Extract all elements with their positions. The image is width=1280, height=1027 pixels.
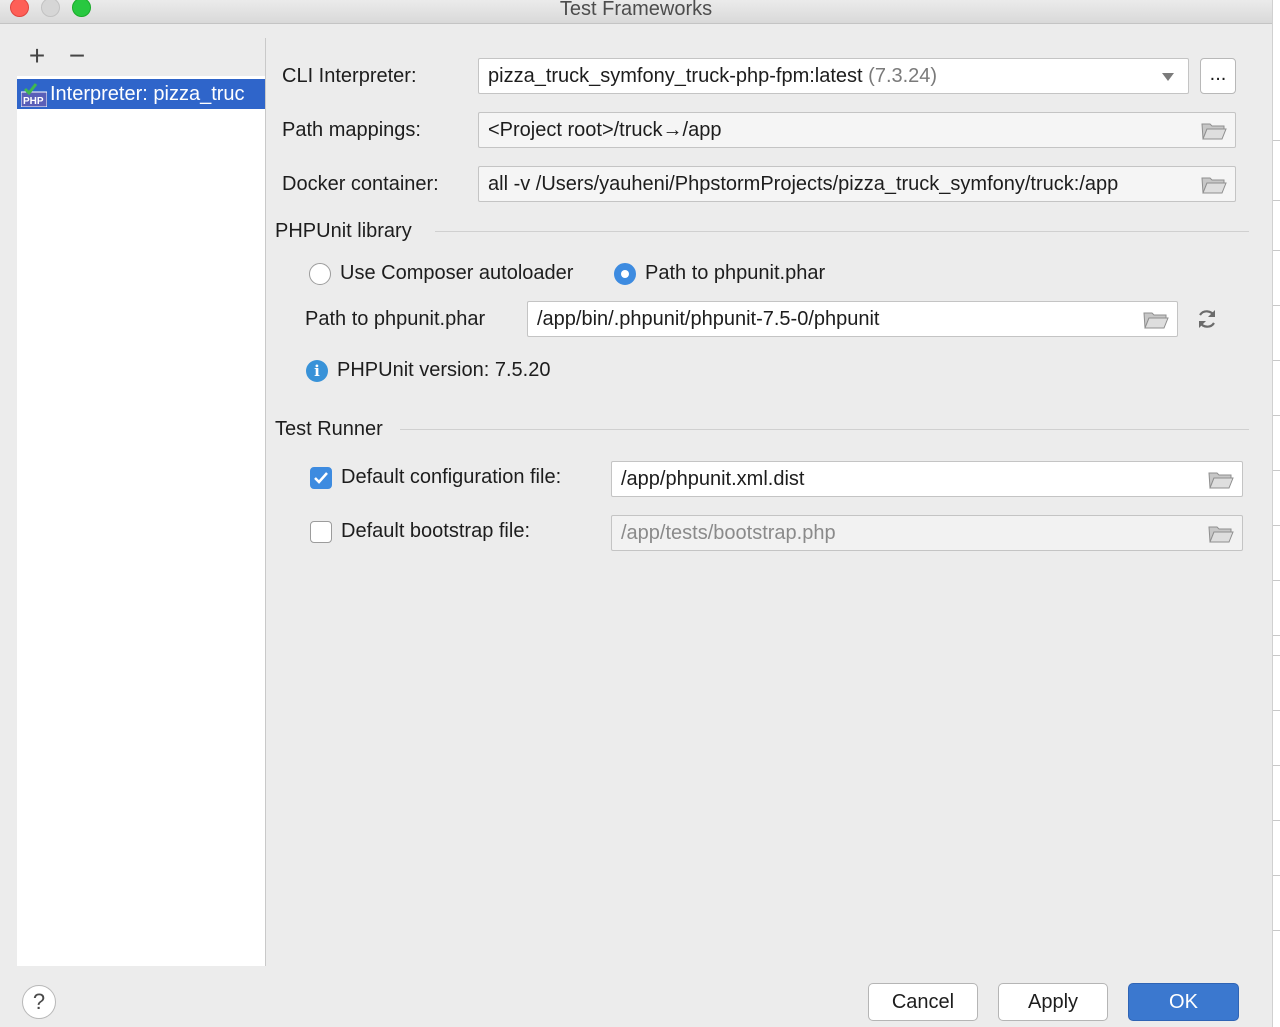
folder-icon[interactable]: [1208, 470, 1234, 490]
vertical-divider: [265, 38, 266, 966]
cancel-button[interactable]: Cancel: [868, 983, 978, 1021]
ok-button[interactable]: OK: [1128, 983, 1239, 1021]
phpunit-phar-option-label[interactable]: Path to phpunit.phar: [645, 262, 825, 285]
add-button[interactable]: +: [22, 38, 52, 74]
window-title: Test Frameworks: [559, 0, 713, 20]
phpunit-path-label: Path to phpunit.phar: [305, 308, 486, 330]
phpunit-phar-radio[interactable]: [614, 263, 636, 285]
path-mappings-value: <Project root>/truck→/app: [488, 119, 722, 141]
info-icon: i: [306, 360, 328, 382]
default-config-label[interactable]: Default configuration file:: [341, 466, 561, 489]
default-config-checkbox[interactable]: [310, 467, 332, 489]
docker-container-field[interactable]: all -v /Users/yauheni/PhpstormProjects/p…: [478, 166, 1236, 202]
chevron-down-icon: [1162, 73, 1174, 81]
sidebar-toolbar: + −: [17, 38, 265, 74]
folder-icon[interactable]: [1208, 524, 1234, 544]
folder-icon[interactable]: [1143, 310, 1169, 330]
phpunit-path-input[interactable]: /app/bin/.phpunit/phpunit-7.5-0/phpunit: [527, 301, 1178, 337]
folder-icon[interactable]: [1201, 121, 1227, 141]
section-divider: [435, 231, 1249, 232]
cli-interpreter-select[interactable]: pizza_truck_symfony_truck-php-fpm:latest…: [478, 58, 1189, 94]
refresh-icon[interactable]: [1195, 307, 1219, 331]
title-bar: Test Frameworks: [0, 0, 1280, 24]
cli-interpreter-label: CLI Interpreter:: [282, 65, 417, 87]
path-mappings-field[interactable]: <Project root>/truck→/app: [478, 112, 1236, 148]
background-window-edge: [1272, 0, 1280, 1027]
docker-container-label: Docker container:: [282, 173, 439, 195]
configuration-list: PHP Interpreter: pizza_truc: [17, 76, 265, 966]
phpunit-path-value: /app/bin/.phpunit/phpunit-7.5-0/phpunit: [537, 308, 880, 330]
sidebar-item-interpreter[interactable]: PHP Interpreter: pizza_truc: [17, 79, 265, 109]
path-mappings-label: Path mappings:: [282, 119, 421, 141]
test-runner-title: Test Runner: [275, 418, 383, 440]
folder-icon[interactable]: [1201, 175, 1227, 195]
svg-text:PHP: PHP: [23, 96, 44, 107]
default-config-input[interactable]: /app/phpunit.xml.dist: [611, 461, 1243, 497]
phpunit-version-text: PHPUnit version: 7.5.20: [337, 359, 551, 381]
remove-button[interactable]: −: [62, 38, 92, 74]
default-bootstrap-label[interactable]: Default bootstrap file:: [341, 520, 530, 543]
docker-container-value: all -v /Users/yauheni/PhpstormProjects/p…: [488, 173, 1119, 195]
default-config-value: /app/phpunit.xml.dist: [621, 468, 805, 490]
phpunit-library-title: PHPUnit library: [275, 220, 412, 242]
default-bootstrap-value: /app/tests/bootstrap.php: [621, 522, 836, 544]
composer-autoloader-label[interactable]: Use Composer autoloader: [340, 262, 573, 285]
default-bootstrap-input[interactable]: /app/tests/bootstrap.php: [611, 515, 1243, 551]
help-button[interactable]: ?: [22, 985, 56, 1019]
composer-autoloader-radio[interactable]: [309, 263, 331, 285]
apply-button[interactable]: Apply: [998, 983, 1108, 1021]
sidebar-item-label: Interpreter: pizza_truc: [50, 83, 245, 105]
more-interpreters-button[interactable]: ...: [1200, 58, 1236, 94]
php-icon: PHP: [21, 83, 47, 107]
section-divider: [400, 429, 1249, 430]
checkmark-icon: [314, 472, 328, 484]
cli-interpreter-value: pizza_truck_symfony_truck-php-fpm:latest: [488, 65, 863, 87]
default-bootstrap-checkbox[interactable]: [310, 521, 332, 543]
cli-interpreter-version: (7.3.24): [868, 65, 938, 87]
